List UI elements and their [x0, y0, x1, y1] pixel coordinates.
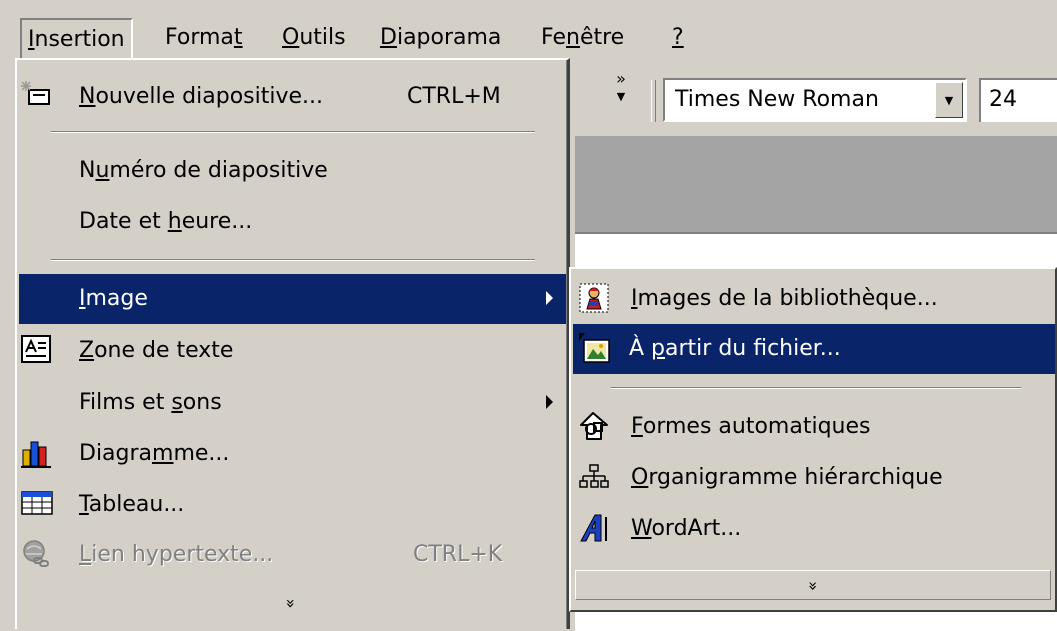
- menu-item-label: Numéro de diapositive: [79, 158, 328, 183]
- hyperlink-icon: [21, 539, 51, 569]
- double-chevron-down-icon: »: [281, 598, 301, 609]
- menu-item-label: Nouvelle diapositive...: [79, 84, 324, 109]
- menu-item-label: Zone de texte: [79, 338, 234, 363]
- menu-item-tableau[interactable]: Tableau...: [19, 480, 567, 530]
- new-slide-icon: [21, 81, 51, 111]
- font-size-value: 24: [989, 87, 1017, 112]
- menu-fenetre[interactable]: Fenêtre: [535, 18, 630, 58]
- expand-submenu-button[interactable]: »: [575, 570, 1051, 600]
- font-size-combo[interactable]: 24: [979, 78, 1057, 122]
- toolbar-overflow-button[interactable]: » ▼: [609, 70, 633, 110]
- double-chevron-down-icon: »: [803, 581, 823, 591]
- table-icon: [21, 489, 53, 519]
- font-dropdown-button[interactable]: ▼: [935, 82, 963, 118]
- shortcut-label: CTRL+M: [407, 84, 501, 109]
- menu-item-images-bibliotheque[interactable]: Images de la bibliothèque...: [573, 274, 1055, 324]
- menu-item-label: À partir du fichier...: [629, 336, 841, 361]
- picture-from-file-icon: [579, 333, 610, 363]
- menu-item-wordart[interactable]: WordArt...: [573, 504, 1055, 554]
- menu-separator: [51, 131, 535, 133]
- menu-item-date-heure[interactable]: Date et heure...: [19, 197, 567, 247]
- submenu-arrow-icon: [546, 291, 553, 305]
- menu-insertion[interactable]: Insertion: [20, 18, 133, 60]
- org-chart-icon: [579, 462, 609, 492]
- menu-diaporama[interactable]: Diaporama: [374, 18, 507, 58]
- menu-item-label: Films et sons: [79, 390, 222, 415]
- menu-item-label: WordArt...: [631, 516, 742, 541]
- formatting-toolbar: » ▼ Times New Roman ▼ 24: [575, 62, 1057, 136]
- autoshapes-icon: [579, 411, 609, 441]
- menu-item-numero-diapositive[interactable]: Numéro de diapositive: [19, 146, 567, 196]
- menu-item-label: Tableau...: [79, 492, 185, 517]
- image-submenu: Images de la bibliothèque... À partir du…: [569, 267, 1057, 612]
- submenu-arrow-icon: [546, 395, 553, 409]
- menu-item-label: Images de la bibliothèque...: [631, 286, 938, 311]
- wordart-icon: [579, 513, 609, 543]
- menu-separator: [611, 387, 1021, 389]
- menu-item-label: Formes automatiques: [631, 414, 871, 439]
- menu-item-films-sons[interactable]: Films et sons: [19, 378, 567, 428]
- menu-item-label: Lien hypertexte...: [79, 542, 274, 567]
- chart-icon: [21, 438, 51, 468]
- font-name-value: Times New Roman: [675, 87, 879, 112]
- clipart-icon: [579, 283, 609, 313]
- menu-item-label: Diagramme...: [79, 441, 230, 466]
- menu-item-lien-hypertexte: Lien hypertexte... CTRL+K: [19, 530, 567, 580]
- shortcut-label: CTRL+K: [413, 542, 503, 567]
- menu-item-image[interactable]: Image: [19, 274, 567, 324]
- menu-outils[interactable]: Outils: [276, 18, 352, 58]
- text-box-icon: [21, 335, 51, 365]
- menu-help[interactable]: ?: [666, 18, 690, 58]
- toolbar-grip[interactable]: [651, 80, 656, 122]
- menu-item-label: Organigramme hiérarchique: [631, 465, 943, 490]
- expand-menu-button[interactable]: »: [17, 594, 565, 613]
- menu-item-formes-automatiques[interactable]: Formes automatiques: [573, 402, 1055, 452]
- menu-item-label: Date et heure...: [79, 209, 253, 234]
- menu-item-label: Image: [79, 286, 148, 311]
- menu-item-zone-de-texte[interactable]: Zone de texte: [19, 326, 567, 376]
- menu-item-organigramme[interactable]: Organigramme hiérarchique: [573, 453, 1055, 503]
- chevron-down-icon: ▼: [944, 94, 954, 107]
- menubar: Insertion Format Outils Diaporama Fenêtr…: [0, 0, 1057, 62]
- menu-format[interactable]: Format: [159, 18, 249, 58]
- overflow-chevron-icon: »: [616, 69, 626, 88]
- dropdown-arrow-icon: ▼: [616, 90, 626, 103]
- menu-item-diagramme[interactable]: Diagramme...: [19, 429, 567, 479]
- insertion-menu: Nouvelle diapositive... CTRL+M Numéro de…: [15, 58, 570, 629]
- workspace-band: [575, 136, 1057, 232]
- menu-separator: [51, 259, 535, 261]
- menu-item-a-partir-du-fichier[interactable]: À partir du fichier...: [573, 324, 1055, 374]
- font-name-combo[interactable]: Times New Roman ▼: [663, 78, 967, 122]
- menu-item-nouvelle-diapositive[interactable]: Nouvelle diapositive... CTRL+M: [19, 72, 567, 122]
